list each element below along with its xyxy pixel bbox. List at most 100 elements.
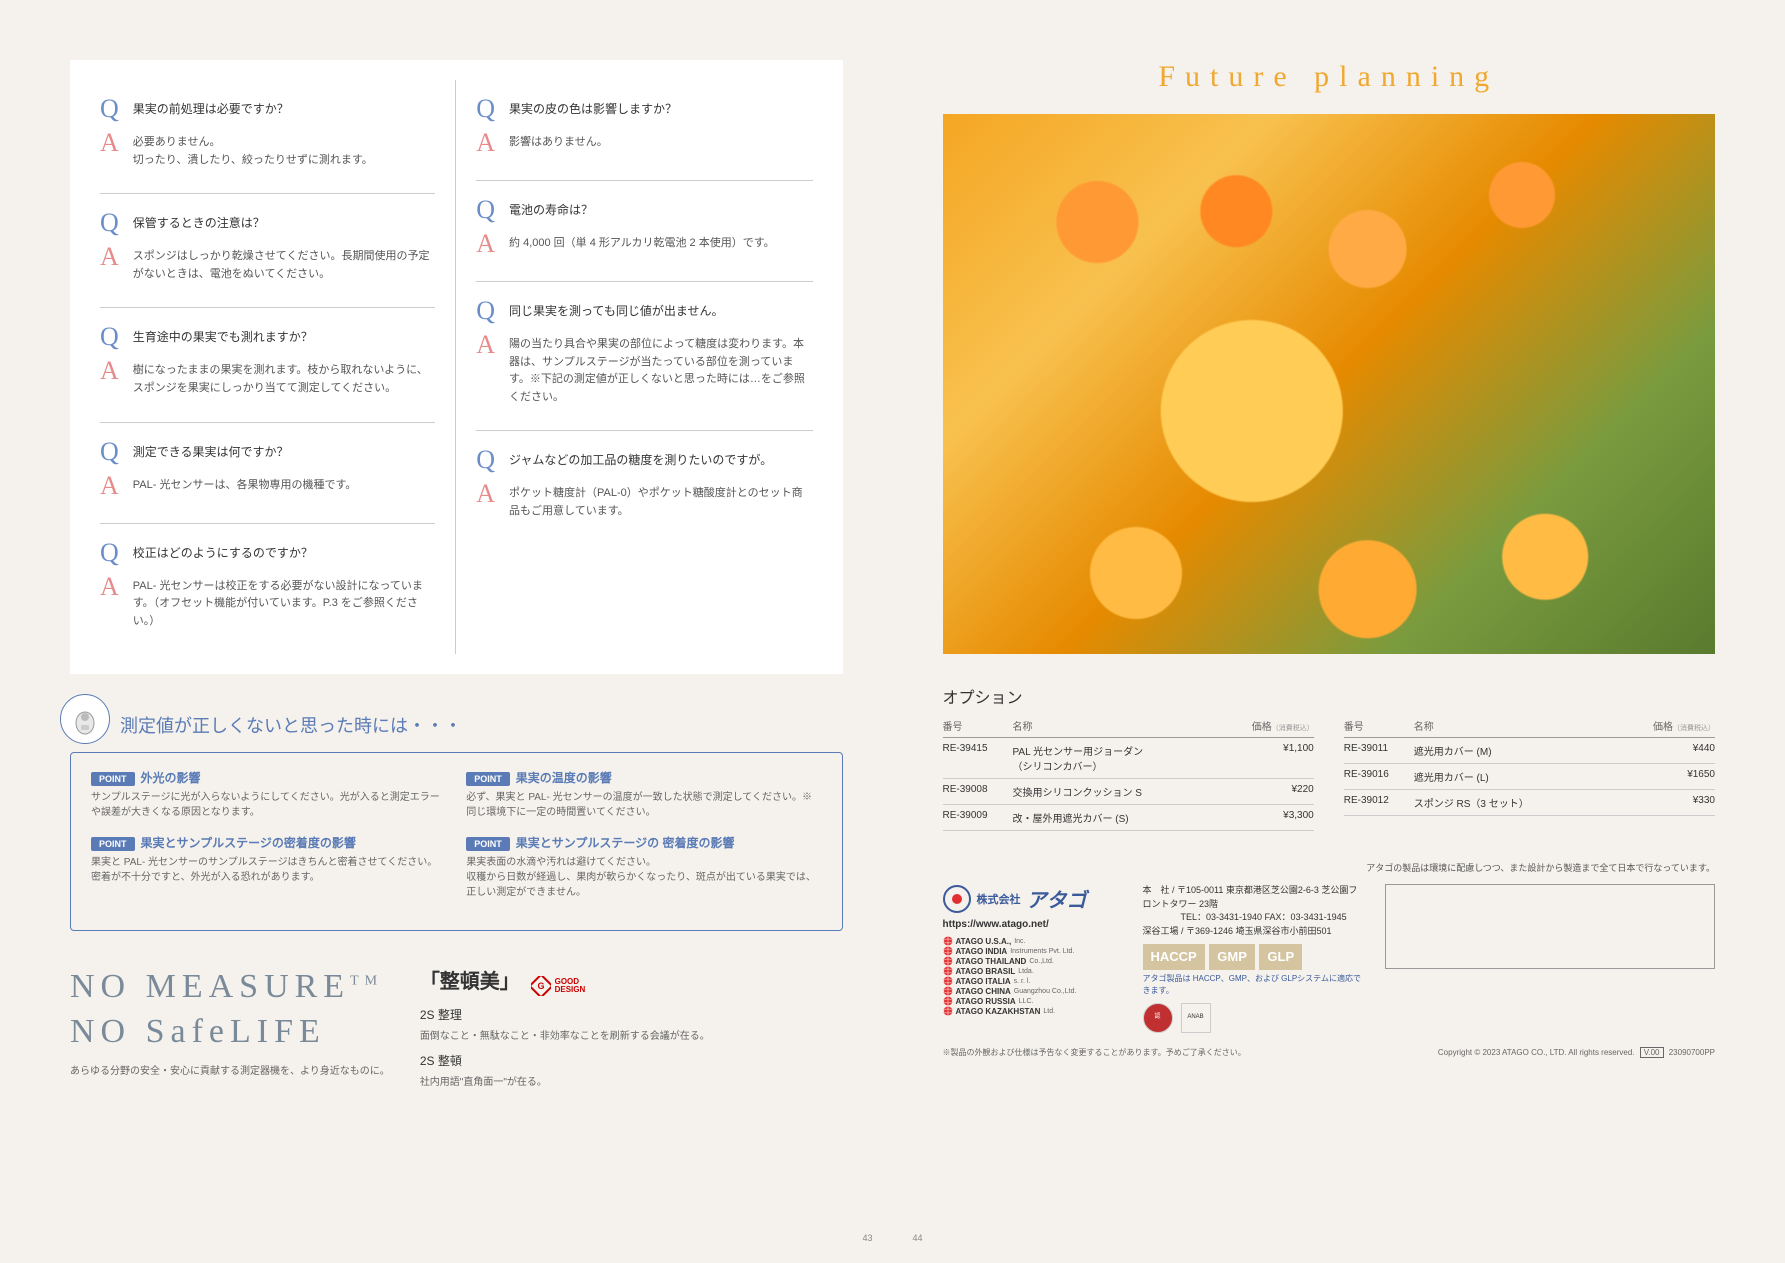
- cell-price: ¥1650: [1635, 769, 1715, 784]
- subsidiary-suffix: s. r. l.: [1014, 978, 1031, 985]
- point-body: サンプルステージに光が入らないようにしてください。光が入ると測定エラーや誤差が大…: [91, 790, 446, 820]
- atago-kk-text: 株式会社: [977, 891, 1021, 907]
- disclaimer-text: ※製品の外観および仕様は予告なく変更することがあります。予めご了承ください。: [943, 1047, 1246, 1058]
- cell-price: ¥1,100: [1234, 743, 1314, 773]
- gmp-badge: GMP: [1209, 944, 1255, 970]
- point-body: 果実と PAL- 光センサーのサンプルステージはきちんと密着させてください。密着…: [91, 855, 446, 885]
- point-body: 必ず、果実と PAL- 光センサーの温度が一致した状態で測定してください。※同じ…: [466, 790, 821, 820]
- subsidiary-item: ATAGO KAZAKHSTAN Ltd.: [943, 1006, 1123, 1016]
- cell-name: 改・屋外用遮光カバー (S): [1013, 810, 1234, 825]
- answer-text: 必要ありません。 切ったり、潰したり、絞ったりせずに測れます。: [133, 130, 435, 169]
- question-text: 測定できる果実は何ですか？: [133, 439, 435, 462]
- cell-no: RE-39012: [1344, 795, 1414, 810]
- cell-no: RE-39415: [943, 743, 1013, 773]
- subsidiary-name: ATAGO U.S.A.,: [956, 937, 1012, 946]
- future-planning-title: Future planning: [943, 60, 1716, 94]
- accreditation-marks: 認 ANAB: [1143, 1003, 1366, 1033]
- q-letter-icon: Q: [476, 96, 495, 122]
- question-text: 果実の皮の色は影響しますか？: [509, 96, 812, 119]
- col-name: 名称: [1013, 718, 1234, 733]
- a-letter-icon: A: [100, 130, 119, 156]
- table-row: RE-39009 改・屋外用遮光カバー (S) ¥3,300: [943, 805, 1314, 831]
- branding-row: NO MEASURETM NO SafeLIFE あらゆる分野の安全・安心に貢献…: [70, 965, 843, 1087]
- qa-item: Q 測定できる果実は何ですか？ A PAL- 光センサーは、各果物専用の機種です…: [100, 423, 435, 524]
- subsidiary-name: ATAGO CHINA: [956, 987, 1011, 996]
- a-letter-icon: A: [476, 130, 495, 156]
- a-letter-icon: A: [476, 481, 495, 507]
- point-item: POINT果実とサンプルステージの密着度の影響 果実と PAL- 光センサーのサ…: [91, 834, 446, 885]
- q-letter-icon: Q: [100, 540, 119, 566]
- qa-item: Q ジャムなどの加工品の糖度を測りたいのですが。 A ポケット糖度計（PAL-0…: [476, 431, 812, 544]
- company-info: 株式会社 アタゴ https://www.atago.net/ ATAGO U.…: [943, 884, 1716, 1033]
- options-tables: 番号 名称 価格（消費税込） RE-39415 PAL 光センサー用ジョーダン …: [943, 718, 1716, 831]
- subsidiary-item: ATAGO THAILAND Co.,Ltd.: [943, 956, 1123, 966]
- slogan-subtitle: あらゆる分野の安全・安心に貢献する測定器機を、より身近なものに。: [70, 1062, 390, 1077]
- seiton-heading: 「整頓美」: [420, 971, 520, 993]
- trademark: TM: [350, 974, 383, 989]
- subsidiary-suffix: Ltda.: [1018, 968, 1034, 975]
- table-row: RE-39012 スポンジ RS（3 セット） ¥330: [1344, 790, 1715, 816]
- signature-box: [1385, 884, 1715, 969]
- certification-badges: HACCP GMP GLP: [1143, 944, 1366, 970]
- subsidiary-suffix: LLC.: [1019, 998, 1034, 1005]
- device-icon: [60, 694, 110, 744]
- page-right: Future planning オプション 番号 名称 価格（消費税込） RE-…: [893, 0, 1785, 1263]
- atago-mark-icon: [943, 885, 971, 913]
- point-tag: POINT: [91, 837, 135, 851]
- question-text: 果実の前処理は必要ですか？: [133, 96, 435, 119]
- subsidiary-item: ATAGO CHINA Guangzhou Co.,Ltd.: [943, 986, 1123, 996]
- q-letter-icon: Q: [100, 96, 119, 122]
- copyright-line: Copyright © 2023 ATAGO CO., LTD. All rig…: [1438, 1043, 1715, 1058]
- answer-text: 樹になったままの果実を測れます。枝から取れないように、スポンジを果実にしっかり当…: [133, 358, 435, 397]
- seiton-2s-seiri-desc: 面倒なこと・無駄なこと・非効率なことを刷新する会議が在る。: [420, 1027, 843, 1042]
- globe-icon: [943, 966, 953, 976]
- subsidiary-name: ATAGO BRASIL: [956, 967, 1016, 976]
- point-title: POINT外光の影響: [91, 769, 446, 786]
- subsidiary-name: ATAGO ITALIA: [956, 977, 1011, 986]
- qa-item: Q 果実の皮の色は影響しますか？ A 影響はありません。: [476, 80, 812, 181]
- page-number-left: 43: [862, 1233, 872, 1243]
- point-item: POINT外光の影響 サンプルステージに光が入らないようにしてください。光が入る…: [91, 769, 446, 820]
- seiton-block: 「整頓美」 G GOOD DESIGN 2S 整理 面倒なこと・無駄なこと・非効…: [420, 965, 843, 1087]
- subsidiary-name: ATAGO RUSSIA: [956, 997, 1016, 1006]
- globe-icon: [943, 996, 953, 1006]
- hq-address: 本 社 / 〒105-0011 東京都港区芝公園2-6-3 芝公園フロントタワー…: [1143, 884, 1366, 911]
- answer-text: 影響はありません。: [509, 130, 812, 152]
- col-price: 価格（消費税込）: [1635, 718, 1715, 733]
- q-letter-icon: Q: [100, 210, 119, 236]
- subsidiaries-list: ATAGO U.S.A., Inc. ATAGO INDIA Instrumen…: [943, 936, 1123, 1016]
- subsidiary-suffix: Guangzhou Co.,Ltd.: [1014, 988, 1077, 995]
- answer-text: ポケット糖度計（PAL-0）やポケット糖酸度計とのセット商品もご用意しています。: [509, 481, 812, 520]
- options-table-right: 番号 名称 価格（消費税込） RE-39011 遮光用カバー (M) ¥440 …: [1344, 718, 1715, 831]
- cell-name: 遮光用カバー (M): [1414, 743, 1635, 758]
- qa-item: Q 生育途中の果実でも測れますか？ A 樹になったままの果実を測れます。枝から取…: [100, 308, 435, 422]
- question-text: ジャムなどの加工品の糖度を測りたいのですが。: [509, 447, 812, 470]
- q-letter-icon: Q: [100, 439, 119, 465]
- q-letter-icon: Q: [476, 447, 495, 473]
- col-price: 価格（消費税込）: [1234, 718, 1314, 733]
- atago-name-text: アタゴ: [1027, 884, 1087, 913]
- haccp-badge: HACCP: [1143, 944, 1205, 970]
- troubleshooting-box: 測定値が正しくないと思った時には・・・ POINT外光の影響 サンプルステージに…: [70, 704, 843, 931]
- col-name: 名称: [1414, 718, 1635, 733]
- qa-item: Q 電池の寿命は？ A 約 4,000 回（単 4 形アルカリ乾電池 2 本使用…: [476, 181, 812, 282]
- point-item: POINT果実の温度の影響 必ず、果実と PAL- 光センサーの温度が一致した状…: [466, 769, 821, 820]
- globe-icon: [943, 976, 953, 986]
- seiton-2s-seiton: 2S 整頓: [420, 1052, 843, 1069]
- globe-icon: [943, 956, 953, 966]
- table-row: RE-39011 遮光用カバー (M) ¥440: [1344, 738, 1715, 764]
- answer-text: スポンジはしっかり乾燥させてください。長期間使用の予定がないときは、電池をぬいて…: [133, 244, 435, 283]
- subsidiary-item: ATAGO INDIA Instruments Pvt. Ltd.: [943, 946, 1123, 956]
- version-box: V.00: [1640, 1047, 1664, 1058]
- page-number-right: 44: [913, 1233, 923, 1243]
- a-letter-icon: A: [476, 332, 495, 358]
- point-tag: POINT: [91, 772, 135, 786]
- qa-item: Q 保管するときの注意は？ A スポンジはしっかり乾燥させてください。長期間使用…: [100, 194, 435, 308]
- a-letter-icon: A: [100, 473, 119, 499]
- page-left: Q 果実の前処理は必要ですか？ A 必要ありません。 切ったり、潰したり、絞った…: [0, 0, 893, 1263]
- cell-name: PAL 光センサー用ジョーダン （シリコンカバー）: [1013, 743, 1234, 773]
- subsidiary-item: ATAGO RUSSIA LLC.: [943, 996, 1123, 1006]
- cell-name: 遮光用カバー (L): [1414, 769, 1635, 784]
- qa-section: Q 果実の前処理は必要ですか？ A 必要ありません。 切ったり、潰したり、絞った…: [70, 60, 843, 674]
- question-text: 保管するときの注意は？: [133, 210, 435, 233]
